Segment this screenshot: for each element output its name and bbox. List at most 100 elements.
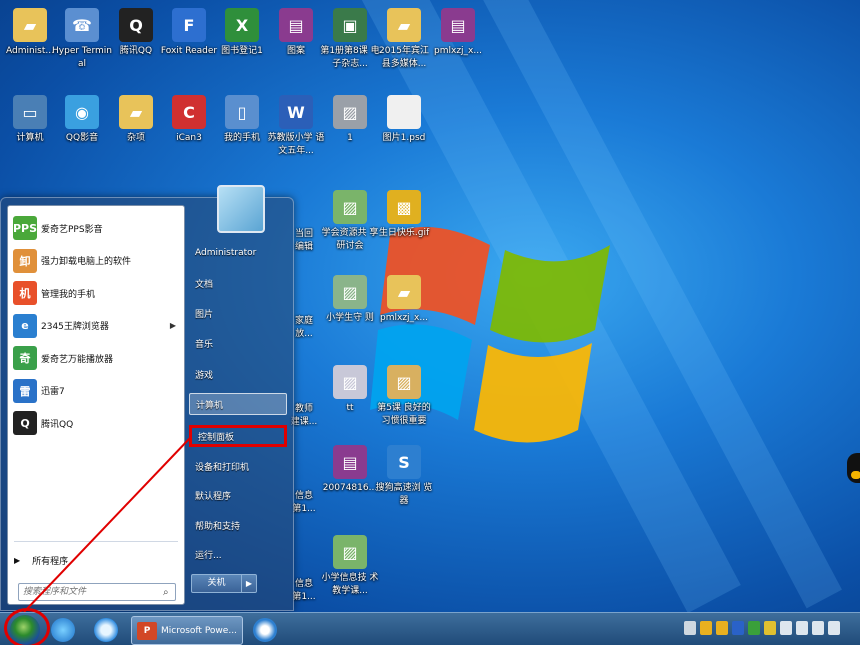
shutdown-button[interactable]: 关机 ▶: [191, 574, 257, 593]
desktop-icon-label: 苏教版小学 语文五年...: [267, 133, 325, 156]
search-icon[interactable]: ⌕: [163, 587, 169, 598]
desktop-icon-label: Hyper Terminal: [52, 46, 112, 69]
desktop-icon-partial[interactable]: 家庭 放...: [290, 312, 318, 341]
desktop-icon-label: pmlxzj_x...: [434, 46, 482, 56]
desktop-icon[interactable]: ◉ QQ影音: [54, 95, 110, 145]
desktop-icon[interactable]: ▰ Administ...: [2, 8, 58, 58]
program-item[interactable]: Q 腾讯QQ: [10, 407, 182, 439]
bluetooth-icon[interactable]: [732, 621, 744, 635]
program-label: 2345王牌浏览器: [41, 322, 109, 332]
desktop-icon[interactable]: ▨ 学会资源共 享研讨会: [322, 190, 378, 253]
desktop-icon[interactable]: W 苏教版小学 语文五年...: [268, 95, 324, 158]
start-menu-devices-printers[interactable]: 设备和打印机: [189, 455, 287, 477]
shutdown-options-arrow[interactable]: ▶: [241, 575, 256, 592]
desktop-icon[interactable]: ▨ 第5课 良好的 习惯很重要: [376, 365, 432, 428]
qq-penguin-icon: Q: [119, 8, 153, 42]
documents-label: 文档: [195, 279, 214, 290]
desktop-icon[interactable]: ▨ tt: [322, 365, 378, 415]
browser-pinned-button[interactable]: [93, 616, 119, 643]
desktop-icon[interactable]: ▰ 2015年宾江 县多媒体...: [376, 8, 432, 71]
program-item[interactable]: 雷迅雷7: [10, 375, 182, 407]
default-programs-label: 默认程序: [195, 491, 232, 502]
start-menu-default-programs[interactable]: 默认程序: [189, 484, 287, 506]
start-menu-documents[interactable]: 文档: [189, 272, 287, 294]
start-menu-control-panel[interactable]: 控制面板: [189, 425, 287, 447]
desktop-icon[interactable]: ▤ pmlxzj_x...: [430, 8, 486, 58]
program-label: 迅雷7: [41, 387, 65, 397]
divider: [14, 541, 178, 542]
system-tray: [684, 621, 840, 635]
word-doc-icon: W: [279, 95, 313, 129]
desktop-icon[interactable]: Q 腾讯QQ: [108, 8, 164, 58]
folder-user-icon: ▰: [13, 8, 47, 42]
desktop-icon[interactable]: F Foxit Reader: [161, 8, 217, 58]
desktop-icon[interactable]: ▨ 小学信息技 术教学课...: [322, 535, 378, 598]
start-menu-user-administrator[interactable]: Administrator: [189, 242, 287, 264]
submenu-arrow-icon[interactable]: ▶: [170, 321, 176, 330]
start-menu-run[interactable]: 运行...: [189, 543, 287, 565]
start-menu-games[interactable]: 游戏: [189, 363, 287, 385]
desktop-icon[interactable]: ▰ 杂项: [108, 95, 164, 145]
flag-icon[interactable]: [828, 621, 840, 635]
help-support-label: 帮助和支持: [195, 521, 241, 532]
search-box[interactable]: ⌕: [18, 583, 176, 601]
desktop-icon-partial[interactable]: 教师 建课...: [290, 400, 318, 429]
security-icon[interactable]: [748, 621, 760, 635]
start-menu-computer[interactable]: 计算机: [189, 393, 287, 415]
desktop-icon-label: 2015年宾江 县多媒体...: [379, 46, 429, 69]
qq-penguin-icon[interactable]: [847, 453, 860, 483]
desktop-icon-partial[interactable]: 信息 第1...: [290, 575, 318, 604]
program-item[interactable]: 卸强力卸载电脑上的软件: [10, 245, 182, 277]
powerpoint-taskbar-button[interactable]: P Microsoft Powe...: [131, 616, 243, 645]
program-item[interactable]: PPS 爱奇艺PPS影音: [10, 212, 182, 244]
desktop-icon[interactable]: S 搜狗高速浏 览器: [376, 445, 432, 508]
desktop-icon[interactable]: CiCan3: [161, 95, 217, 145]
qq-tray-icon[interactable]: [700, 621, 712, 635]
program-label: 强力卸载电脑上的软件: [41, 257, 132, 267]
pictures-label: 图片: [195, 309, 214, 320]
program-label: 爱奇艺PPS影音: [41, 224, 103, 235]
desktop-icon-label: 当回 编辑: [294, 229, 313, 252]
desktop-icon[interactable]: ▨ 小学生守 则: [322, 275, 378, 325]
desktop-icon[interactable]: ▯ 我的手机: [214, 95, 270, 145]
battery-icon[interactable]: [780, 621, 792, 635]
desktop-icon[interactable]: ▣ 第1册第8课 电子杂志...: [320, 8, 380, 71]
desktop-icon[interactable]: ▰ pmlxzj_x...: [376, 275, 432, 325]
program-item[interactable]: e 2345王牌浏览器 ▶: [10, 310, 182, 342]
user-avatar[interactable]: [217, 185, 265, 233]
desktop-icon-partial[interactable]: 信息 第1...: [290, 487, 318, 516]
ie-icon: [51, 617, 75, 642]
program-label: 管理我的手机: [41, 289, 96, 300]
all-programs-button[interactable]: ▶ 所有程序: [14, 552, 68, 568]
desktop-icon[interactable]: ▤ 20074816...: [322, 445, 378, 495]
desktop-icon-partial[interactable]: 当回 编辑: [290, 225, 318, 254]
desktop-icon-label: 第1册第8课 电子杂志...: [320, 46, 380, 69]
desktop-icon[interactable]: ▭ 计算机: [2, 95, 58, 145]
program-item[interactable]: 奇爱奇艺万能播放器: [10, 342, 182, 374]
program-item[interactable]: 机管理我的手机: [10, 277, 182, 309]
start-menu-pictures[interactable]: 图片: [189, 302, 287, 324]
computer-label: 计算机: [196, 400, 224, 411]
start-menu-music[interactable]: 音乐: [189, 332, 287, 354]
ie-pinned-button[interactable]: [50, 616, 76, 643]
start-menu-help-support[interactable]: 帮助和支持: [189, 514, 287, 536]
shield-icon[interactable]: [764, 621, 776, 635]
sogou-browser-icon: S: [387, 445, 421, 479]
desktop-icon[interactable]: ☎ Hyper Terminal: [52, 8, 112, 71]
network-icon[interactable]: [796, 621, 808, 635]
qq-tray-icon-2[interactable]: [716, 621, 728, 635]
desktop-icon[interactable]: ▤ 图案: [268, 8, 324, 58]
sogou-pinned-button[interactable]: [252, 616, 278, 643]
desktop-icon[interactable]: ▨ 1: [322, 95, 378, 145]
start-menu: PPS 爱奇艺PPS影音卸强力卸载电脑上的软件机管理我的手机 e 2345王牌浏览器 ▶…: [0, 185, 294, 611]
blank-file-icon: [387, 95, 421, 129]
desktop-icon[interactable]: X 图书登记1: [214, 8, 270, 58]
volume-icon[interactable]: [812, 621, 824, 635]
powerpoint-window-title: Microsoft Powe...: [161, 625, 237, 636]
desktop-icon[interactable]: 图片1.psd: [376, 95, 432, 145]
control-panel-label: 控制面板: [198, 432, 235, 443]
search-input[interactable]: [19, 585, 163, 599]
gif-file-icon: ▩: [387, 190, 421, 224]
desktop-icon[interactable]: ▩ 生日快乐.gif: [376, 190, 432, 240]
keyboard-icon[interactable]: [684, 621, 696, 635]
